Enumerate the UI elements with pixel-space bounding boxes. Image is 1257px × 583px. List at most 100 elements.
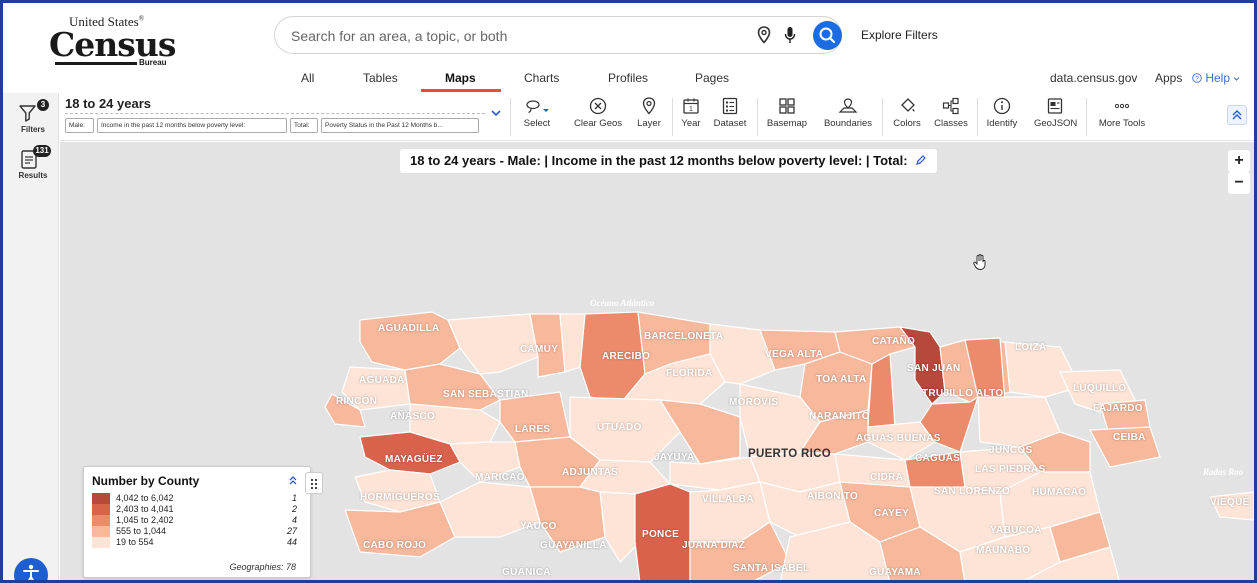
colors-tool[interactable]: Colors [889, 97, 925, 137]
place-label: NARANJITO [809, 411, 870, 422]
accessibility-button[interactable] [14, 558, 48, 580]
place-label: LUQUILLO [1073, 383, 1127, 394]
tab-tables[interactable]: Tables [363, 71, 398, 85]
place-label: TRUJILLO ALTO [922, 388, 1004, 399]
microphone-icon[interactable] [784, 26, 796, 49]
geojson-tool[interactable]: GeoJSON [1034, 97, 1078, 137]
census-logo[interactable]: United States® Census Bureau [47, 13, 176, 69]
paint-bucket-icon [901, 98, 915, 112]
search-box [274, 16, 842, 54]
filter-chip[interactable]: Income in the past 12 months below pover… [97, 118, 287, 133]
boundaries-tool[interactable]: Boundaries [820, 97, 876, 137]
place-label: CAGUAS [915, 453, 961, 464]
drag-grip-icon [310, 478, 318, 490]
svg-text:?: ? [1195, 75, 1199, 82]
map-canvas[interactable]: Océano Atlántico AGUADILLA CAMUY BARCELO… [60, 142, 1254, 580]
explore-filters-link[interactable]: Explore Filters [861, 28, 938, 42]
legend-range: 19 to 554 [116, 537, 154, 547]
place-label: ARECIBO [602, 351, 651, 362]
clear-geos-tool[interactable]: Clear Geos [572, 97, 624, 137]
place-label: CIDRA [870, 472, 904, 483]
double-chevron-up-icon [1232, 110, 1242, 120]
search-input[interactable] [291, 25, 721, 47]
place-label: LOIZA [1015, 342, 1047, 353]
legend-range: 555 to 1,044 [116, 526, 167, 536]
tab-pages[interactable]: Pages [695, 71, 729, 85]
clear-circle-icon [589, 97, 607, 115]
logo-rule [55, 62, 137, 65]
identify-tool[interactable]: Identify [984, 97, 1020, 137]
year-tool[interactable]: 1 Year [679, 97, 703, 137]
filter-chip[interactable]: Male: [65, 118, 94, 133]
toolbar-separator [757, 98, 758, 136]
place-label: YABUCOA [990, 525, 1042, 536]
map-title-text: 18 to 24 years - Male: | Income in the p… [410, 153, 908, 168]
edit-pencil-icon[interactable] [915, 154, 927, 166]
results-button[interactable]: 131 Results [11, 143, 55, 183]
tab-maps[interactable]: Maps [445, 71, 476, 85]
legend-swatch [92, 526, 110, 537]
select-tool[interactable]: Select [519, 97, 555, 137]
place-label: JAYUYA [654, 452, 695, 463]
logo-line-3: Bureau [139, 58, 167, 67]
variable-title: 18 to 24 years [65, 96, 152, 111]
legend-row: 1,045 to 2,402 4 [92, 515, 297, 526]
tab-charts[interactable]: Charts [524, 71, 559, 85]
place-label: SANTA ISABEL [733, 563, 810, 574]
region-label: PUERTO RICO [748, 448, 831, 460]
municipality[interactable] [599, 491, 641, 563]
filters-button[interactable]: 3 Filters [11, 97, 55, 137]
place-label: PONCE [642, 529, 680, 540]
place-label: YAUCO [520, 521, 557, 532]
zoom-out-button[interactable]: − [1228, 172, 1250, 194]
legend-count: 4 [291, 515, 297, 525]
map-title: 18 to 24 years - Male: | Income in the p… [400, 149, 938, 173]
chevron-down-icon [1234, 77, 1240, 81]
basemap-label: Basemap [766, 118, 808, 129]
tab-profiles[interactable]: Profiles [608, 71, 648, 85]
filter-chip[interactable]: Total: [290, 118, 318, 133]
dataset-tool[interactable]: Dataset [712, 97, 748, 137]
basemap-grid-icon [779, 98, 795, 114]
place-label: CATAÑO [872, 336, 916, 347]
toolbar-separator [510, 98, 511, 136]
place-label: LARES [515, 424, 551, 435]
active-tab-indicator [421, 89, 501, 92]
legend-drag-handle[interactable] [305, 472, 323, 494]
apps-link[interactable]: Apps [1155, 71, 1182, 85]
site-link[interactable]: data.census.gov [1050, 71, 1137, 85]
left-rail: 3 Filters 131 Results [3, 93, 59, 580]
search-button[interactable] [813, 21, 842, 50]
place-label: CEIBA [1113, 432, 1146, 443]
municipality[interactable] [359, 311, 461, 371]
place-label: VEGA ALTA [765, 349, 824, 360]
geojson-label: GeoJSON [1034, 118, 1078, 129]
zoom-in-button[interactable]: + [1228, 150, 1250, 172]
municipality[interactable] [867, 353, 896, 428]
tab-all[interactable]: All [301, 71, 314, 85]
legend-range: 2,403 to 4,041 [116, 504, 174, 514]
legend-swatch [92, 515, 110, 526]
basemap-tool[interactable]: Basemap [765, 97, 809, 137]
legend-swatch [92, 537, 110, 548]
more-dots-icon [1114, 103, 1130, 109]
layer-tool[interactable]: Layer [635, 97, 663, 137]
place-label: JUANA DIAZ [682, 540, 746, 551]
calendar-icon: 1 [683, 98, 699, 114]
legend-row: 4,042 to 6,042 1 [92, 493, 297, 504]
location-pin-icon[interactable] [757, 26, 771, 49]
legend-row: 19 to 554 44 [92, 537, 297, 548]
help-menu[interactable]: ? Help [1192, 71, 1240, 85]
double-chevron-up-icon[interactable] [287, 474, 299, 486]
collapse-toolbar-button[interactable] [1227, 105, 1247, 125]
more-tools-button[interactable]: More Tools [1094, 97, 1150, 137]
dataset-label: Dataset [713, 118, 747, 129]
place-label: RINCÓN [336, 396, 378, 407]
filter-chip[interactable]: Poverty Status in the Past 12 Months b..… [321, 118, 479, 133]
place-label: SAN JUAN [907, 363, 961, 374]
legend-count: 44 [286, 537, 297, 547]
chevron-down-icon[interactable] [490, 107, 502, 119]
boundaries-icon [838, 98, 858, 113]
map-toolbar: 18 to 24 years Male: Income in the past … [60, 93, 1254, 141]
classes-tool[interactable]: Classes [932, 97, 970, 137]
